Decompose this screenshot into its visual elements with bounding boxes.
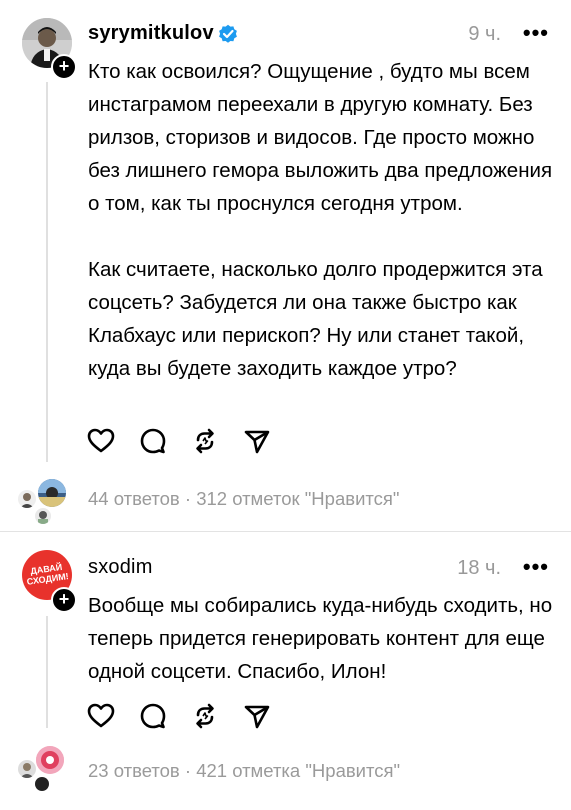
reply-avatar bbox=[38, 479, 66, 507]
post-paragraph: Вообще мы собирались куда-нибудь сходить… bbox=[88, 594, 553, 683]
reply-avatar bbox=[35, 777, 49, 791]
post-time: 9 ч. bbox=[468, 23, 501, 45]
reply-avatar bbox=[35, 508, 51, 524]
post-stats[interactable]: 23 ответов · 421 отметка "Нравится" bbox=[88, 760, 400, 782]
follow-plus-icon[interactable]: + bbox=[51, 587, 77, 613]
post-text: Вообще мы собирались куда-нибудь сходить… bbox=[88, 589, 558, 688]
thread-line bbox=[46, 82, 48, 462]
thread-line bbox=[46, 616, 48, 728]
reply-avatar bbox=[36, 746, 64, 774]
username[interactable]: syrymitkulov bbox=[88, 22, 214, 45]
post-actions bbox=[86, 426, 272, 456]
more-options-icon[interactable]: ••• bbox=[523, 554, 549, 580]
replies-avatars bbox=[18, 476, 78, 526]
post-text: Кто как освоился? Ощущение , будто мы вс… bbox=[88, 55, 558, 385]
post-time: 18 ч. bbox=[457, 557, 501, 579]
verified-badge-icon bbox=[219, 24, 237, 43]
thread-post-2: ДАВАЙ СХОДИМ! + sxodim 18 ч. ••• Вообще … bbox=[0, 532, 571, 810]
reply-avatar bbox=[18, 760, 36, 778]
username[interactable]: sxodim bbox=[88, 556, 153, 579]
post-paragraph: Как считаете, насколько долго продержитс… bbox=[88, 258, 543, 380]
like-heart-icon[interactable] bbox=[86, 426, 116, 456]
reply-avatar bbox=[18, 490, 36, 508]
follow-plus-icon[interactable]: + bbox=[51, 54, 77, 80]
reply-icon[interactable] bbox=[138, 426, 168, 456]
more-options-icon[interactable]: ••• bbox=[523, 20, 549, 46]
post-paragraph: Кто как освоился? Ощущение , будто мы вс… bbox=[88, 60, 553, 215]
like-heart-icon[interactable] bbox=[86, 701, 116, 731]
post-stats[interactable]: 44 ответов · 312 отметок "Нравится" bbox=[88, 488, 400, 510]
share-send-icon[interactable] bbox=[242, 426, 272, 456]
post-actions bbox=[86, 701, 272, 731]
replies-avatars bbox=[18, 744, 78, 794]
reply-icon[interactable] bbox=[138, 701, 168, 731]
repost-icon[interactable] bbox=[190, 426, 220, 456]
repost-icon[interactable] bbox=[190, 701, 220, 731]
share-send-icon[interactable] bbox=[242, 701, 272, 731]
thread-post-1: + syrymitkulov 9 ч. ••• Кто как освоился… bbox=[0, 0, 571, 530]
